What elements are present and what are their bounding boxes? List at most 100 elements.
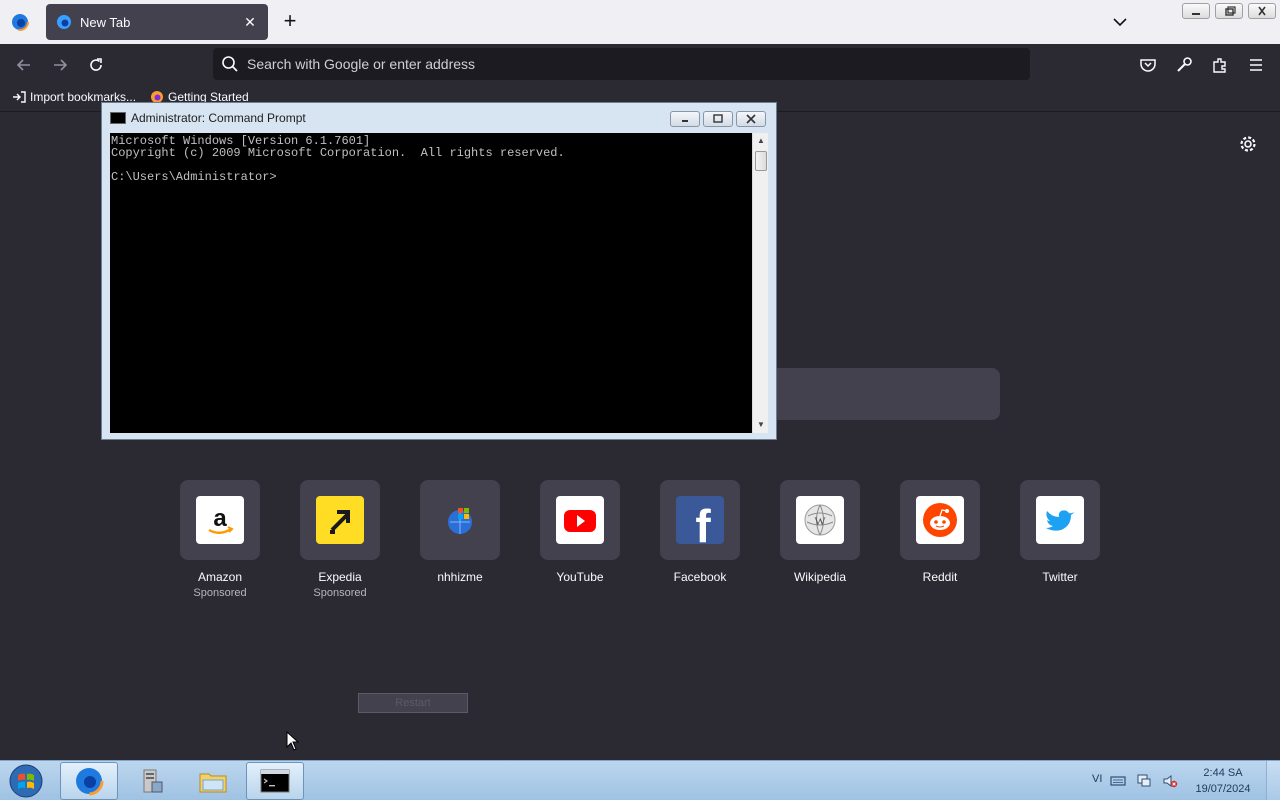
tile-label: Twitter bbox=[1042, 570, 1078, 584]
forward-button[interactable] bbox=[48, 53, 72, 77]
windows-start-icon bbox=[9, 764, 43, 798]
network-icon[interactable] bbox=[1136, 773, 1152, 789]
language-indicator[interactable]: VI bbox=[1092, 773, 1102, 785]
tab-strip: New Tab ✕ + bbox=[0, 0, 1280, 44]
reload-button[interactable] bbox=[84, 53, 108, 77]
firefox-icon[interactable] bbox=[10, 12, 30, 32]
taskbar-explorer[interactable] bbox=[184, 762, 242, 800]
gear-icon[interactable] bbox=[1238, 134, 1258, 154]
tile-box[interactable]: a bbox=[180, 480, 260, 560]
pocket-icon bbox=[1140, 59, 1156, 72]
tile-box[interactable] bbox=[900, 480, 980, 560]
taskbar: VI 2:44 SA 19/07/2024 bbox=[0, 760, 1280, 800]
top-site-expedia[interactable]: Expedia Sponsored bbox=[300, 480, 380, 599]
top-site-youtube[interactable]: YouTube bbox=[540, 480, 620, 584]
console-output[interactable]: Microsoft Windows [Version 6.1.7601] Copy… bbox=[110, 133, 752, 433]
cmd-icon bbox=[260, 769, 290, 793]
scroll-up-arrow-icon[interactable]: ▲ bbox=[753, 133, 769, 149]
top-site-twitter[interactable]: Twitter bbox=[1020, 480, 1100, 584]
windows-globe-icon bbox=[436, 496, 484, 544]
arrow-left-icon bbox=[16, 59, 30, 71]
taskbar-cmd[interactable] bbox=[246, 762, 304, 800]
tile-box[interactable]: W bbox=[780, 480, 860, 560]
top-site-amazon[interactable]: a Amazon Sponsored bbox=[180, 480, 260, 599]
url-input[interactable] bbox=[247, 56, 1007, 72]
show-desktop-button[interactable] bbox=[1266, 761, 1280, 800]
firefox-icon bbox=[57, 15, 71, 29]
facebook-icon: f bbox=[676, 496, 724, 544]
scroll-thumb[interactable] bbox=[755, 151, 767, 171]
cmd-maximize-button[interactable] bbox=[703, 111, 733, 127]
command-prompt-window[interactable]: Administrator: Command Prompt Microsoft … bbox=[101, 102, 777, 440]
restore-icon bbox=[1225, 6, 1236, 16]
tab-new-tab[interactable]: New Tab ✕ bbox=[46, 4, 268, 40]
minimize-icon bbox=[682, 120, 688, 122]
scroll-down-arrow-icon[interactable]: ▼ bbox=[753, 417, 769, 433]
app-menu-button[interactable] bbox=[1244, 53, 1268, 77]
wikipedia-icon: W bbox=[796, 496, 844, 544]
tile-label: nhhizme bbox=[437, 570, 483, 584]
close-icon[interactable]: ✕ bbox=[242, 14, 258, 31]
explorer-folder-icon bbox=[199, 773, 227, 793]
wrench-icon bbox=[1177, 57, 1192, 72]
extensions-button[interactable] bbox=[1208, 53, 1232, 77]
new-tab-button[interactable]: + bbox=[278, 10, 302, 34]
reload-icon bbox=[90, 58, 102, 71]
taskbar-server-manager[interactable] bbox=[122, 762, 180, 800]
tile-label: YouTube bbox=[556, 570, 604, 584]
navigation-toolbar bbox=[0, 44, 1280, 86]
newtab-search-box[interactable] bbox=[770, 368, 1000, 420]
restore-button[interactable] bbox=[1215, 3, 1243, 19]
arrow-right-icon bbox=[54, 59, 68, 71]
tile-label: Wikipedia bbox=[793, 570, 847, 584]
svg-text:a: a bbox=[213, 505, 227, 532]
minimize-icon bbox=[1192, 13, 1200, 15]
puzzle-icon bbox=[1213, 58, 1226, 73]
clock-time: 2:44 SA bbox=[1203, 767, 1243, 779]
top-site-wikipedia[interactable]: W Wikipedia bbox=[780, 480, 860, 584]
start-button[interactable] bbox=[6, 763, 46, 799]
pocket-button[interactable] bbox=[1136, 53, 1160, 77]
volume-muted-icon[interactable] bbox=[1162, 773, 1178, 789]
tile-box[interactable] bbox=[1020, 480, 1100, 560]
cmd-scrollbar[interactable]: ▲ ▼ bbox=[752, 133, 768, 433]
hamburger-menu-icon bbox=[1250, 59, 1262, 71]
chevron-down-icon[interactable] bbox=[1110, 12, 1130, 32]
youtube-icon bbox=[556, 496, 604, 544]
tile-box[interactable] bbox=[540, 480, 620, 560]
tools-button[interactable] bbox=[1172, 53, 1196, 77]
top-site-reddit[interactable]: Reddit bbox=[900, 480, 980, 584]
server-manager-icon bbox=[143, 769, 163, 793]
top-site-facebook[interactable]: f Facebook bbox=[660, 480, 740, 584]
top-site-nhhizme[interactable]: nhhizme bbox=[420, 480, 500, 584]
clock[interactable]: 2:44 SA 19/07/2024 bbox=[1188, 765, 1258, 797]
tile-label: Reddit bbox=[922, 570, 958, 584]
tile-label: Expedia bbox=[318, 570, 362, 584]
keyboard-icon[interactable] bbox=[1110, 773, 1126, 789]
firefox-icon bbox=[74, 766, 104, 796]
cmd-icon bbox=[110, 112, 126, 124]
cmd-minimize-button[interactable] bbox=[670, 111, 700, 127]
minimize-button[interactable] bbox=[1182, 3, 1210, 19]
close-icon bbox=[1258, 6, 1266, 16]
restart-button[interactable]: Restart bbox=[358, 693, 468, 713]
back-button[interactable] bbox=[12, 53, 36, 77]
maximize-icon bbox=[713, 114, 723, 123]
reddit-icon bbox=[916, 496, 964, 544]
import-icon bbox=[13, 91, 26, 103]
sponsored-label: Sponsored bbox=[313, 587, 367, 599]
tile-box[interactable] bbox=[420, 480, 500, 560]
tile-box[interactable] bbox=[300, 480, 380, 560]
clock-date: 19/07/2024 bbox=[1195, 783, 1251, 795]
search-icon bbox=[222, 56, 238, 72]
close-window-button[interactable] bbox=[1248, 3, 1276, 19]
cmd-window-title: Administrator: Command Prompt bbox=[131, 111, 306, 125]
console-prompt: C:\Users\Administrator> bbox=[111, 170, 277, 184]
tile-box[interactable]: f bbox=[660, 480, 740, 560]
sponsored-label: Sponsored bbox=[193, 587, 247, 599]
tile-label: Facebook bbox=[673, 570, 727, 584]
cmd-close-button[interactable] bbox=[736, 111, 766, 127]
address-bar[interactable] bbox=[213, 48, 1030, 80]
tile-label: Amazon bbox=[197, 570, 243, 584]
taskbar-firefox[interactable] bbox=[60, 762, 118, 800]
